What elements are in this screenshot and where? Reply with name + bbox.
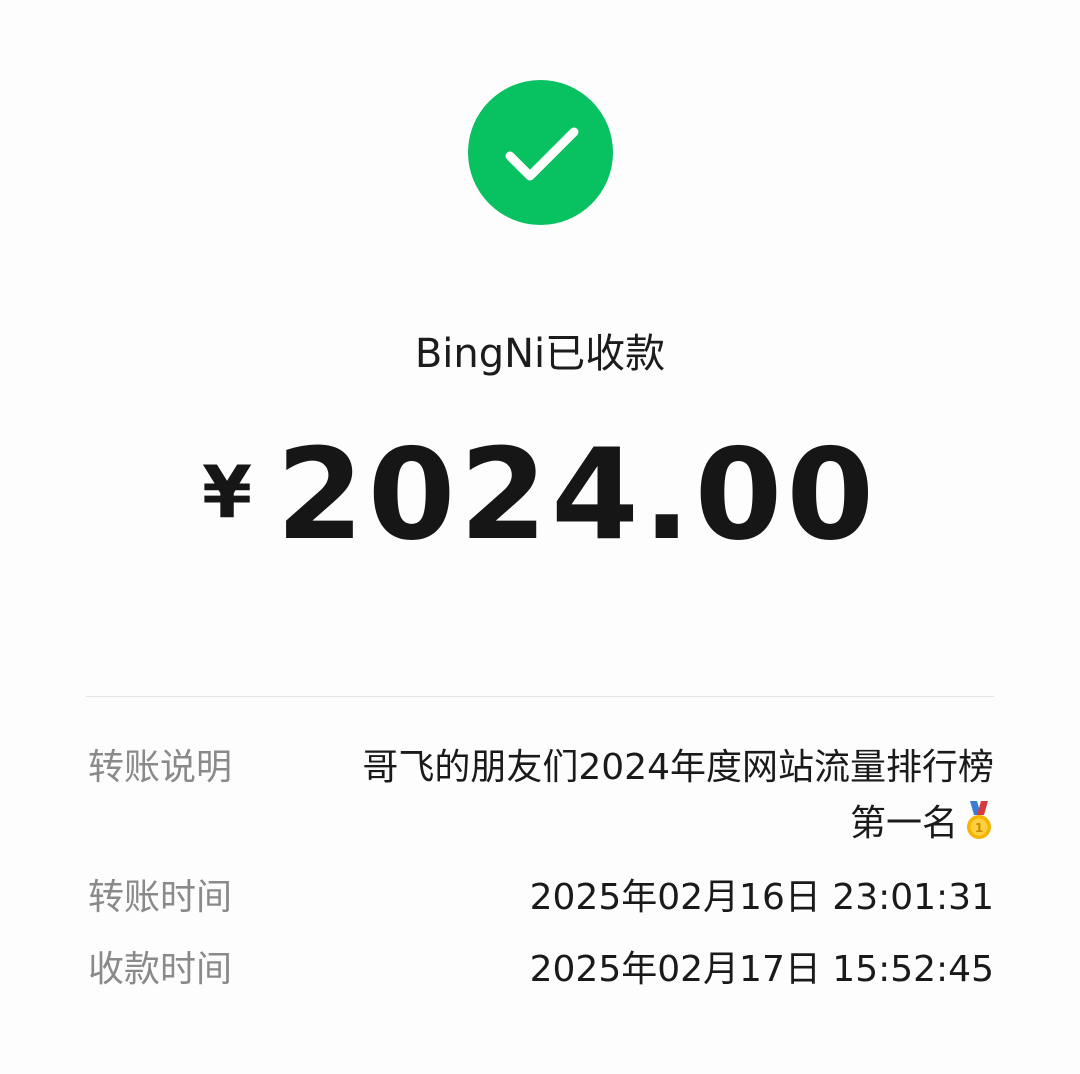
currency-symbol: ¥	[202, 450, 253, 534]
success-check-icon	[468, 80, 613, 225]
transfer-time-value: 2025年02月16日 23:01:31	[529, 877, 994, 918]
svg-text:1: 1	[975, 821, 983, 835]
transfer-note-line2-text: 第一名	[849, 803, 958, 844]
receive-time-label: 收款时间	[88, 949, 233, 990]
gold-medal-icon: 1	[964, 801, 994, 841]
receive-time-value: 2025年02月17日 15:52:45	[529, 949, 994, 990]
transfer-time-label: 转账时间	[88, 877, 233, 918]
payment-status-text: BingNi已收款	[414, 331, 666, 377]
transfer-note-line1: 哥飞的朋友们2024年度网站流量排行榜	[362, 747, 994, 788]
amount-value: 2024.00	[276, 421, 878, 568]
section-divider	[86, 696, 994, 697]
amount-display: ¥2024.00	[0, 430, 1080, 560]
transfer-note-label: 转账说明	[88, 747, 233, 788]
transfer-note-value: 哥飞的朋友们2024年度网站流量排行榜 第一名 1	[344, 740, 994, 852]
transfer-note-line2: 第一名 1	[344, 796, 994, 852]
checkmark-icon	[505, 127, 579, 181]
